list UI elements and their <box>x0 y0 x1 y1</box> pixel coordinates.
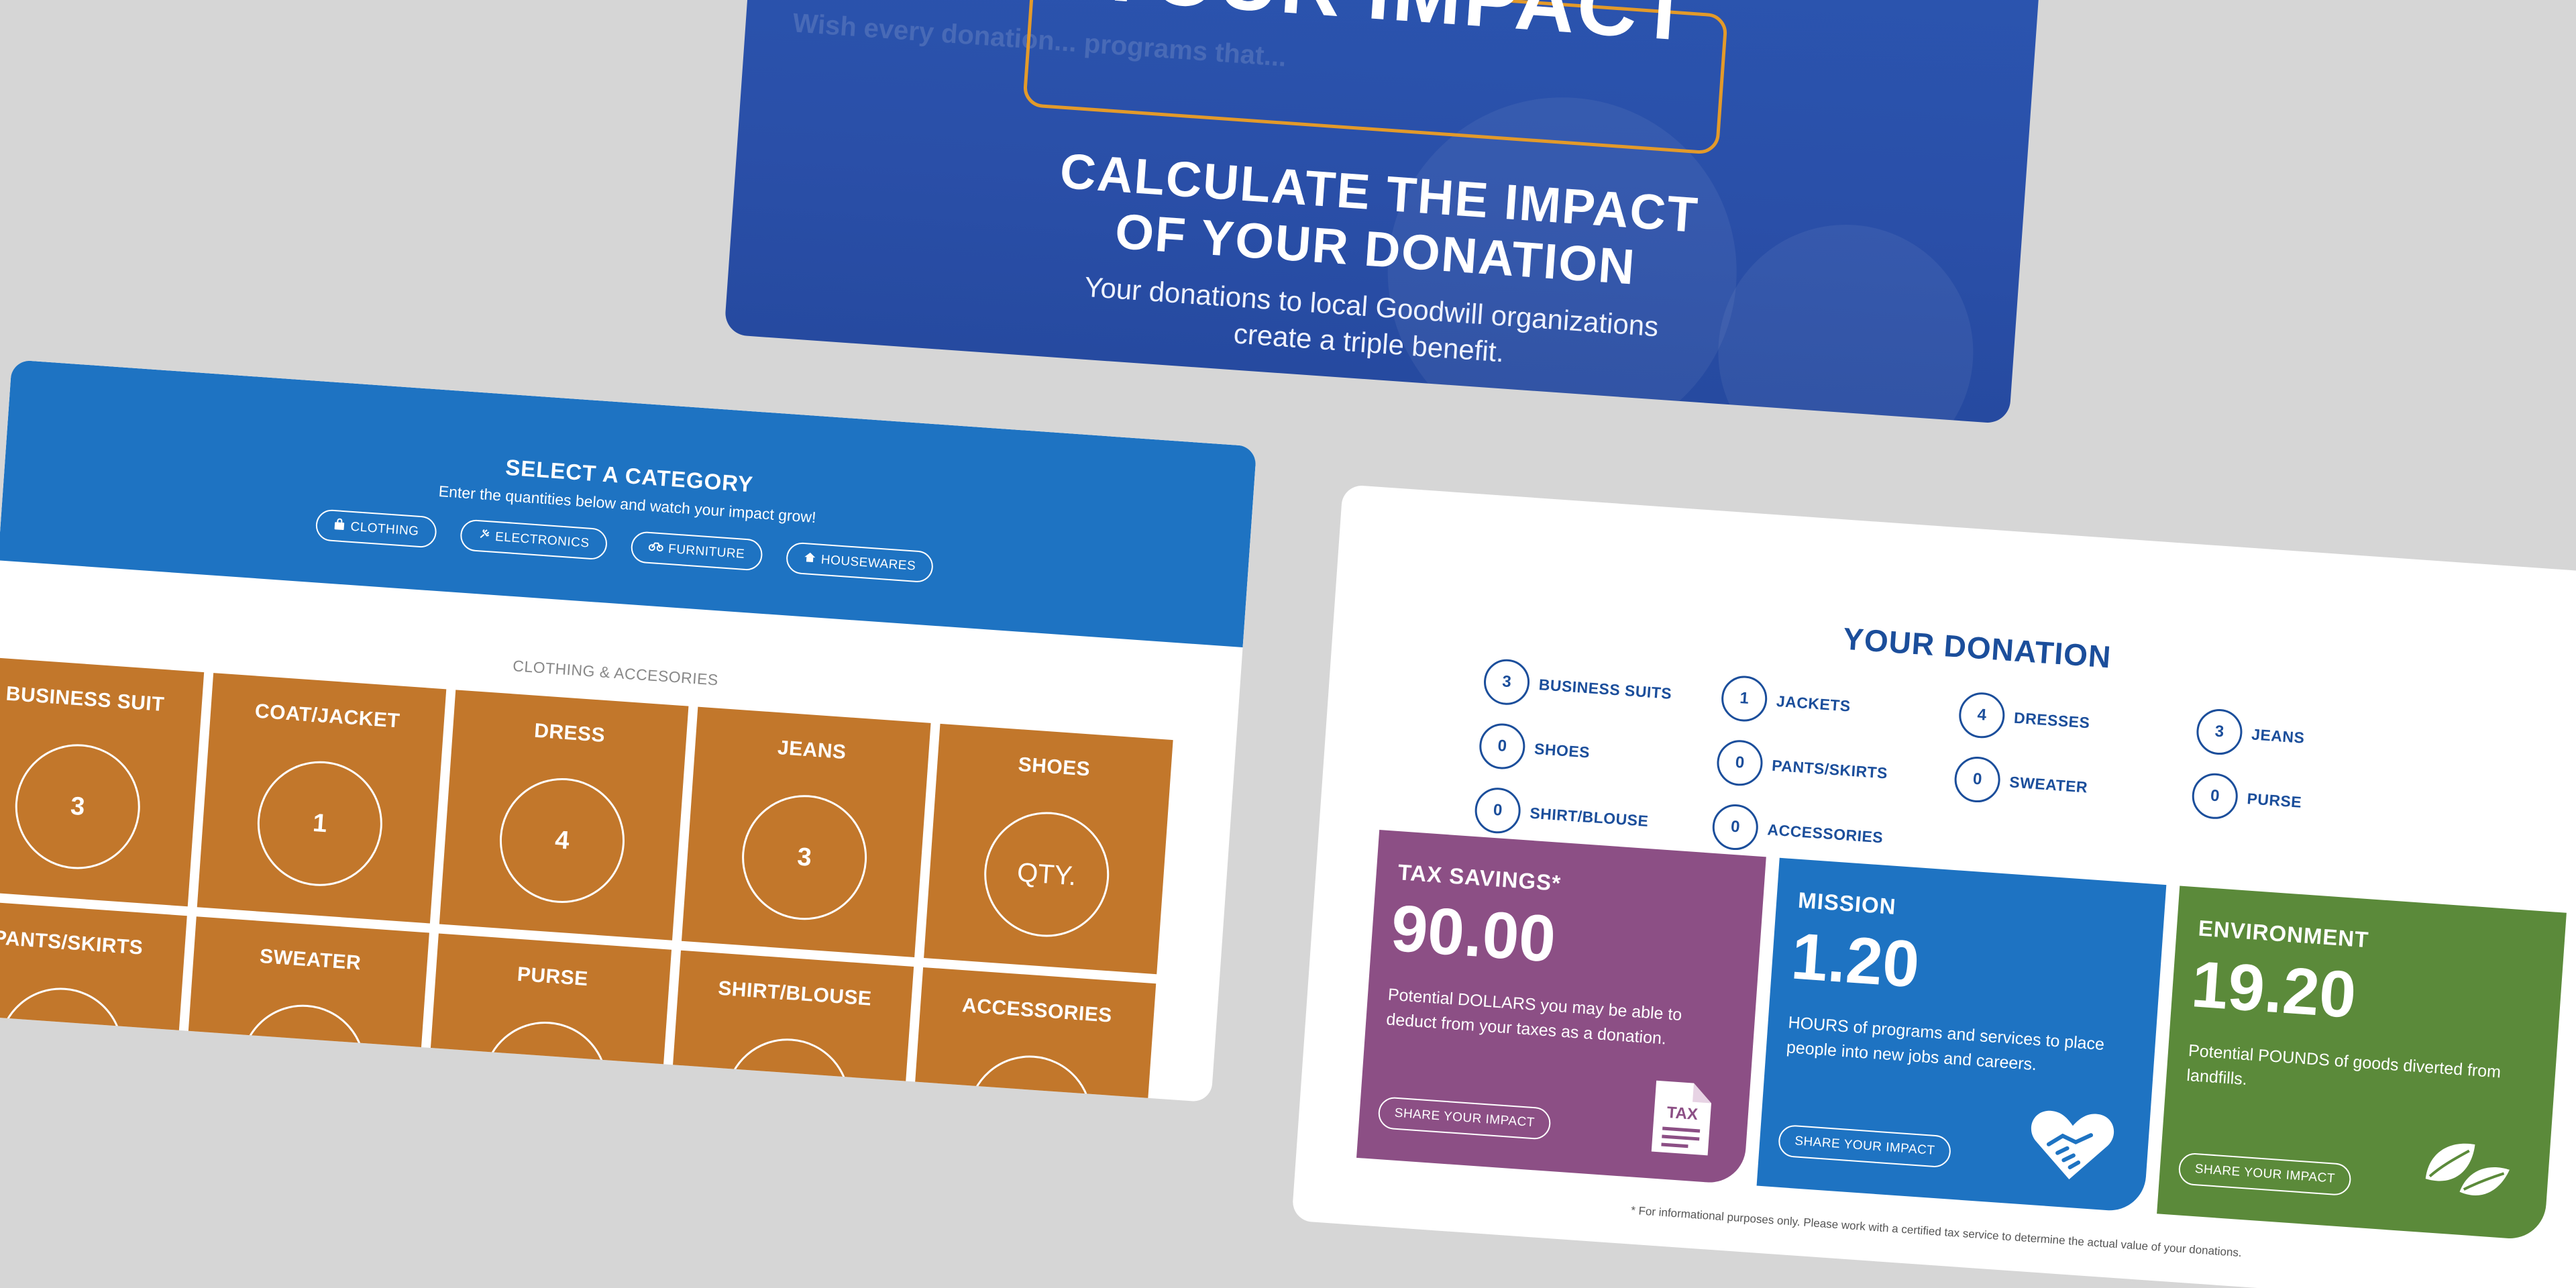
category-button-label: FURNITURE <box>667 541 745 561</box>
tile-label: PURSE <box>516 963 589 991</box>
donation-count: 3 <box>1482 657 1532 707</box>
donation-count: 0 <box>1473 786 1522 835</box>
tile-label: SHIRT/BLOUSE <box>717 977 873 1010</box>
tile-label: SWEATER <box>259 945 362 975</box>
category-button-furniture[interactable]: FURNITURE <box>629 531 763 572</box>
donation-count: 0 <box>1715 738 1764 788</box>
donation-count: 1 <box>1719 674 1769 723</box>
donation-label: SHOES <box>1534 739 1591 761</box>
donation-count: 0 <box>2190 771 2240 821</box>
card-description: HOURS of programs and services to place … <box>1786 1013 2105 1075</box>
tile-label: SHOES <box>1017 753 1091 781</box>
donation-item: 0 PURSE <box>2190 770 2431 837</box>
card-description: Potential POUNDS of goods diverted from … <box>2186 1040 2502 1089</box>
donation-label: JACKETS <box>1776 692 1851 715</box>
tile-business-suit: BUSINESS SUIT 3 <box>0 655 205 907</box>
hero-banner: Wish every donation... programs that... … <box>724 0 2042 425</box>
tile-label: ACCESSORIES <box>961 994 1113 1027</box>
donation-item: 3 BUSINESS SUITS <box>1482 655 1723 722</box>
tile-label: JEANS <box>776 737 847 764</box>
tile-pants-skirts: PANTS/SKIRTS QTY. <box>0 899 187 1103</box>
card-title: TAX SAVINGS* <box>1397 859 1562 896</box>
donation-count: 0 <box>1711 802 1760 852</box>
donation-label: PURSE <box>2246 789 2303 811</box>
donation-label: DRESSES <box>2013 708 2091 731</box>
tile-accessories: ACCESSORIES QTY. <box>906 967 1157 1103</box>
category-panel: SELECT A CATEGORY Enter the quantities b… <box>0 360 1257 1103</box>
quantity-input[interactable]: 3 <box>11 740 145 873</box>
heart-handshake-icon <box>2026 1104 2117 1189</box>
donation-label: SHIRT/BLOUSE <box>1529 804 1650 830</box>
category-button-label: ELECTRONICS <box>494 529 590 551</box>
environment-card: ENVIRONMENT 19.20 Potential POUNDS of go… <box>2157 885 2567 1241</box>
category-button-label: HOUSEWARES <box>820 552 916 574</box>
tax-savings-card: TAX SAVINGS* 90.00 Potential DOLLARS you… <box>1356 830 1766 1185</box>
donation-count: 0 <box>1953 755 2002 804</box>
home-icon <box>803 551 816 567</box>
tile-purse: PURSE QTY. <box>422 933 672 1103</box>
tile-shirt-blouse: SHIRT/BLOUSE QTY. <box>664 950 914 1103</box>
category-header: SELECT A CATEGORY Enter the quantities b… <box>0 360 1257 648</box>
donation-count: 0 <box>1478 722 1527 771</box>
tile-label: COAT/JACKET <box>254 700 401 733</box>
donation-item: 0 SWEATER <box>1953 753 2194 820</box>
svg-text:TAX: TAX <box>1666 1104 1699 1124</box>
donation-item: 1 JACKETS <box>1719 672 1961 739</box>
quantity-input[interactable]: QTY. <box>979 808 1114 941</box>
tile-sweater: SWEATER QTY. <box>180 916 429 1103</box>
donation-item: 3 JEANS <box>2195 706 2436 772</box>
donation-label: ACCESSORIES <box>1766 820 1884 846</box>
shopping-bag-icon <box>333 518 346 534</box>
share-impact-button[interactable]: SHARE YOUR IMPACT <box>1377 1096 1552 1140</box>
donation-panel: YOUR DONATION 3 BUSINESS SUITS 1 JACKETS… <box>1291 484 2576 1288</box>
tile-shoes: SHOES QTY. <box>924 723 1173 975</box>
donation-label: SWEATER <box>2008 772 2088 796</box>
card-value: 90.00 <box>1389 890 1558 976</box>
category-button-electronics[interactable]: ELECTRONICS <box>459 519 608 561</box>
quantity-input[interactable]: QTY. <box>0 983 127 1103</box>
quantity-input[interactable]: QTY. <box>236 1000 370 1103</box>
share-impact-button[interactable]: SHARE YOUR IMPACT <box>2178 1152 2353 1197</box>
quantity-grid: BUSINESS SUIT 3 COAT/JACKET 1 DRESS 4 JE… <box>0 655 1216 1103</box>
quantity-input[interactable]: 3 <box>737 790 871 924</box>
tile-label: BUSINESS SUIT <box>5 682 166 716</box>
donation-label: BUSINESS SUITS <box>1538 675 1673 702</box>
card-title: MISSION <box>1797 887 1897 919</box>
tile-coat-jacket: COAT/JACKET 1 <box>197 673 447 924</box>
category-button-clothing[interactable]: CLOTHING <box>314 508 438 549</box>
tile-jeans: JEANS 3 <box>681 706 931 958</box>
donation-item: 4 DRESSES <box>1957 689 2198 755</box>
tile-label: DRESS <box>533 719 606 747</box>
donation-label: JEANS <box>2251 724 2306 747</box>
category-button-housewares[interactable]: HOUSEWARES <box>785 541 934 584</box>
category-button-label: CLOTHING <box>350 519 420 539</box>
quantity-input[interactable]: QTY. <box>720 1034 854 1103</box>
quantity-input[interactable]: 1 <box>253 757 387 890</box>
tile-label: PANTS/SKIRTS <box>0 926 144 959</box>
quantity-input[interactable]: QTY. <box>963 1051 1097 1103</box>
card-description: Potential DOLLARS you may be able to ded… <box>1385 985 1683 1049</box>
donation-item: 0 SHOES <box>1478 720 1719 786</box>
donation-item: 0 PANTS/SKIRTS <box>1715 737 1956 803</box>
quantity-input[interactable]: 4 <box>495 773 629 908</box>
plug-icon <box>477 528 490 544</box>
share-impact-button[interactable]: SHARE YOUR IMPACT <box>1777 1124 1952 1169</box>
tile-dress: DRESS 4 <box>439 690 689 941</box>
donation-count: 3 <box>2195 707 2244 757</box>
mission-card: MISSION 1.20 HOURS of programs and servi… <box>1756 857 2167 1213</box>
card-title: ENVIRONMENT <box>2197 915 2370 953</box>
leaf-icon <box>2418 1132 2517 1209</box>
quantity-input[interactable]: QTY. <box>478 1017 612 1103</box>
donation-count: 4 <box>1957 690 2006 740</box>
donation-label: PANTS/SKIRTS <box>1771 756 1888 782</box>
card-value: 19.20 <box>2189 947 2359 1032</box>
bicycle-icon <box>647 540 663 556</box>
card-value: 1.20 <box>1788 918 1922 1002</box>
tax-document-icon: TAX <box>1647 1077 1717 1163</box>
